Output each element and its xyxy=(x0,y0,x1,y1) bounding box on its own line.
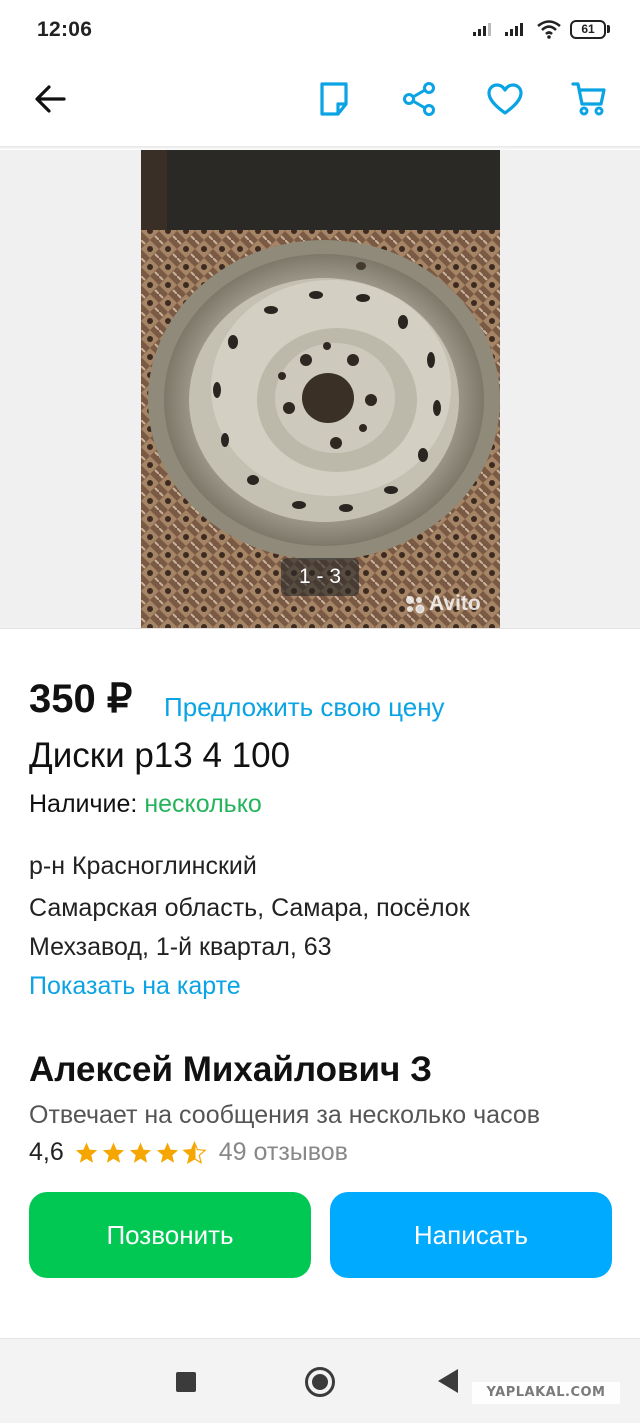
recents-button[interactable] xyxy=(176,1372,196,1392)
half-star-icon xyxy=(182,1140,207,1164)
address-district: р-н Красноглинский xyxy=(29,852,257,880)
star-icon xyxy=(156,1142,178,1163)
heart-icon xyxy=(487,83,523,115)
availability-value: несколько xyxy=(144,790,262,818)
signal-icon xyxy=(505,23,523,36)
cart-button[interactable] xyxy=(566,76,612,122)
offer-price-link[interactable]: Предложить свою цену xyxy=(164,692,445,723)
watermark-text: Avito xyxy=(429,592,481,615)
wifi-icon xyxy=(537,20,561,39)
back-button[interactable] xyxy=(27,76,73,122)
wheel-rim-image xyxy=(141,150,500,628)
rating-stars xyxy=(74,1140,207,1165)
listing-price: 350 ₽ xyxy=(29,677,133,721)
cart-icon xyxy=(571,82,606,116)
address-line: Мехзавод, 1-й квартал, 63 xyxy=(29,933,332,961)
seller-reply-time: Отвечает на сообщения за несколько часов xyxy=(29,1101,541,1129)
home-button[interactable] xyxy=(305,1367,335,1397)
share-icon xyxy=(403,82,435,116)
avito-logo-icon xyxy=(406,596,425,614)
favorite-button[interactable] xyxy=(482,76,528,122)
share-button[interactable] xyxy=(396,76,442,122)
availability: Наличие: несколько xyxy=(29,790,262,819)
show-on-map-link[interactable]: Показать на карте xyxy=(29,972,241,1001)
status-icons: 61 xyxy=(472,19,610,39)
battery-icon: 61 xyxy=(570,19,610,39)
seller-name[interactable]: Алексей Михайлович З xyxy=(29,1050,432,1090)
site-watermark: YAPLAKAL.COM xyxy=(472,1382,620,1404)
listing-title: Диски р13 4 100 xyxy=(29,736,291,775)
battery-level: 61 xyxy=(570,19,606,39)
avito-watermark: Avito xyxy=(404,592,481,616)
back-arrow-icon xyxy=(35,85,66,113)
call-button[interactable]: Позвонить xyxy=(29,1192,311,1278)
note-icon xyxy=(320,82,348,116)
back-nav-button[interactable] xyxy=(438,1369,458,1393)
status-time: 12:06 xyxy=(37,18,93,41)
gallery-divider xyxy=(0,628,640,629)
star-icon xyxy=(129,1142,151,1163)
listing-photo[interactable] xyxy=(141,150,500,628)
reviews-count[interactable]: 49 отзывов xyxy=(219,1138,348,1167)
system-nav-bar xyxy=(0,1338,640,1423)
star-icon xyxy=(102,1142,124,1163)
rating-value: 4,6 xyxy=(29,1138,64,1166)
write-button[interactable]: Написать xyxy=(330,1192,612,1278)
photo-gallery[interactable] xyxy=(0,150,640,628)
photo-counter: 1 - 3 xyxy=(281,558,359,596)
top-toolbar xyxy=(0,50,640,148)
status-bar: 12:06 61 xyxy=(0,0,640,50)
seller-rating[interactable]: 4,6 49 отзывов xyxy=(29,1138,348,1167)
address-line: Самарская область, Самара, посёлок xyxy=(29,894,470,922)
signal-icon xyxy=(473,23,491,36)
note-button[interactable] xyxy=(311,76,357,122)
star-icon xyxy=(75,1142,97,1163)
availability-label: Наличие: xyxy=(29,790,138,818)
